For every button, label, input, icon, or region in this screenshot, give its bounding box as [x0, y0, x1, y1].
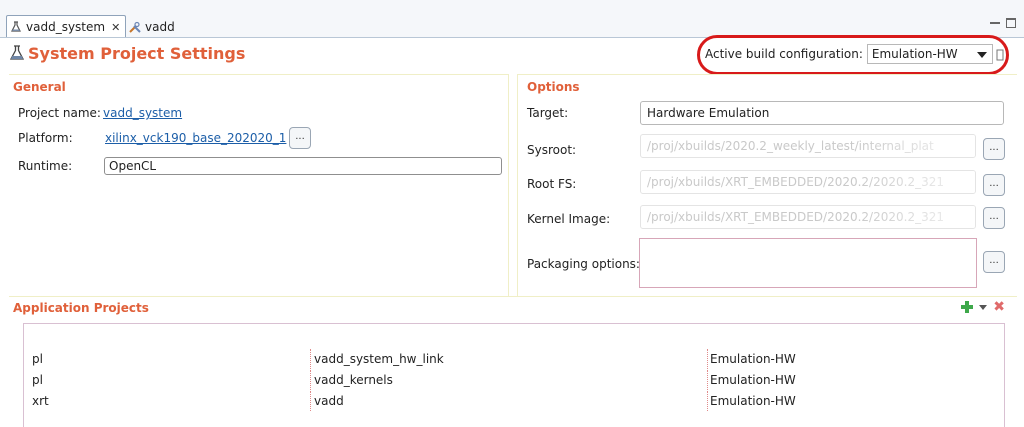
sysroot-browse-button[interactable]: ... — [983, 138, 1005, 160]
column-divider — [707, 391, 708, 411]
flask-icon — [9, 45, 25, 60]
maximize-icon[interactable] — [1006, 18, 1016, 28]
minimize-icon[interactable] — [990, 22, 1000, 28]
tab-label: vadd — [145, 19, 175, 34]
column-divider — [310, 391, 311, 411]
sysroot-field[interactable]: /proj/xbuilds/2020.2_weekly_latest/inter… — [640, 134, 976, 158]
packaging-options-field[interactable] — [639, 238, 977, 288]
application-projects-table: pl vadd_system_hw_link Emulation-HW pl v… — [23, 323, 1005, 427]
column-divider — [310, 370, 311, 390]
project-name-cell: vadd_kernels — [314, 373, 393, 387]
add-icon[interactable] — [961, 301, 974, 313]
window-controls — [990, 18, 1016, 28]
flask-icon — [11, 21, 21, 32]
project-type-cell: pl — [32, 352, 43, 366]
tab-vadd-system[interactable]: vadd_system ✕ — [6, 15, 126, 38]
runtime-field[interactable]: OpenCL — [104, 157, 502, 175]
runtime-label: Runtime: — [18, 159, 73, 173]
column-divider — [310, 349, 311, 369]
general-section: General Project name: vadd_system Platfo… — [9, 74, 509, 296]
project-name-label: Project name: — [18, 106, 101, 120]
tab-vadd[interactable]: vadd — [127, 15, 207, 38]
table-row[interactable]: pl vadd_kernels Emulation-HW — [24, 370, 1006, 390]
target-label: Target: — [527, 106, 569, 120]
target-field[interactable]: Hardware Emulation — [640, 101, 1004, 125]
section-title: Application Projects — [13, 301, 149, 315]
column-divider — [707, 370, 708, 390]
project-name-cell: vadd_system_hw_link — [314, 352, 444, 366]
platform-browse-button[interactable]: ... — [289, 127, 311, 149]
kernel-image-browse-button[interactable]: ... — [983, 207, 1005, 229]
rootfs-field[interactable]: /proj/xbuilds/XRT_EMBEDDED/2020.2/2020.2… — [640, 170, 976, 194]
project-config-cell: Emulation-HW — [710, 352, 796, 366]
project-config-cell: Emulation-HW — [710, 394, 796, 408]
platform-label: Platform: — [18, 131, 73, 145]
fade-overlay — [855, 135, 975, 157]
editor-tab-bar: vadd_system ✕ vadd — [0, 0, 1024, 38]
project-config-cell: Emulation-HW — [710, 373, 796, 387]
column-divider — [707, 349, 708, 369]
sysroot-label: Sysroot: — [527, 143, 577, 157]
project-name-cell: vadd — [314, 394, 344, 408]
platform-link[interactable]: xilinx_vck190_base_202020_1 — [105, 131, 286, 145]
tab-label: vadd_system — [26, 20, 106, 34]
section-title: Options — [527, 80, 580, 94]
project-type-cell: xrt — [32, 394, 49, 408]
table-row[interactable]: xrt vadd Emulation-HW — [24, 391, 1006, 411]
section-title: General — [13, 80, 66, 94]
application-projects-section: Application Projects ✖ pl vadd_system_hw… — [9, 296, 1017, 427]
options-section: Options Target: Hardware Emulation Sysro… — [517, 74, 1017, 296]
fade-overlay — [855, 206, 975, 228]
rootfs-label: Root FS: — [527, 177, 577, 191]
page-title: System Project Settings — [28, 44, 246, 63]
highlight-annotation — [697, 35, 1009, 75]
packaging-browse-button[interactable]: ... — [983, 251, 1005, 273]
table-row[interactable]: pl vadd_system_hw_link Emulation-HW — [24, 349, 1006, 369]
remove-icon[interactable]: ✖ — [993, 300, 1005, 314]
close-icon[interactable]: ✕ — [111, 21, 120, 34]
fade-overlay — [855, 171, 975, 193]
project-type-cell: pl — [32, 373, 43, 387]
project-name-link[interactable]: vadd_system — [103, 106, 182, 120]
app-projects-toolbar: ✖ — [961, 300, 1005, 314]
tools-icon — [129, 21, 141, 33]
kernel-image-field[interactable]: /proj/xbuilds/XRT_EMBEDDED/2020.2/2020.2… — [640, 205, 976, 229]
kernel-image-label: Kernel Image: — [527, 212, 611, 226]
chevron-down-icon[interactable] — [979, 304, 988, 310]
rootfs-browse-button[interactable]: ... — [983, 174, 1005, 196]
packaging-options-label: Packaging options: — [527, 257, 640, 271]
